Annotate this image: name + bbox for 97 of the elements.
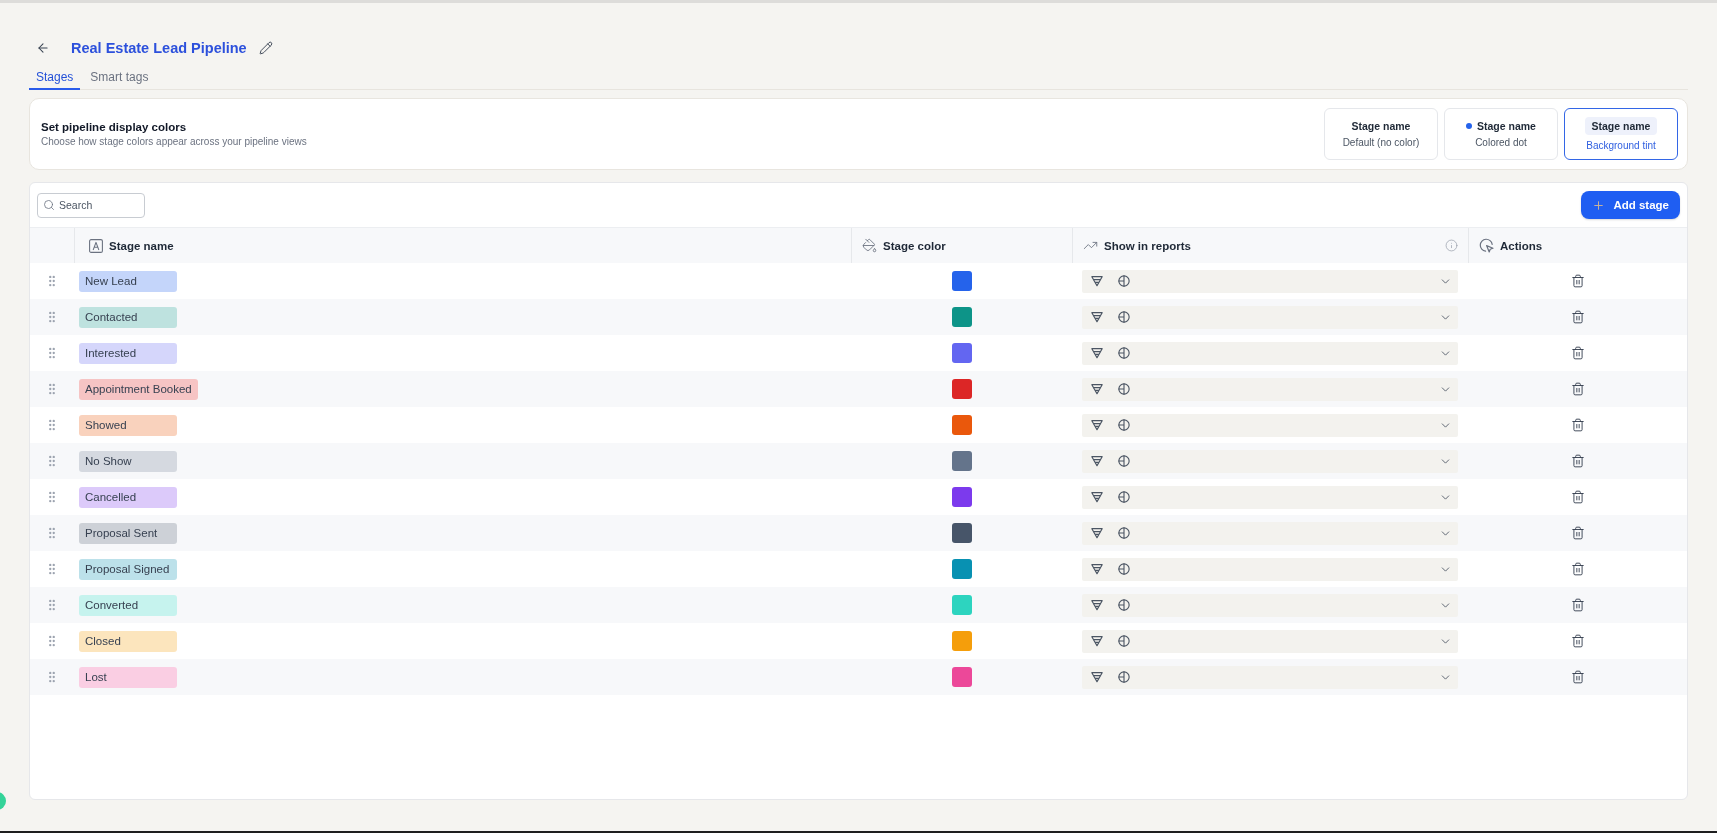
pie-chart-icon (1118, 455, 1130, 467)
trash-icon (1570, 310, 1585, 324)
funnel-icon (1091, 419, 1103, 431)
stage-name-tag: Proposal Sent (79, 522, 177, 544)
pie-chart-icon (1118, 383, 1130, 395)
delete-button[interactable] (1570, 526, 1585, 540)
pie-chart-icon (1118, 671, 1130, 683)
pie-chart-icon (1118, 563, 1130, 575)
trash-icon (1570, 382, 1585, 396)
delete-button[interactable] (1570, 418, 1585, 432)
color-swatch-icon[interactable] (951, 631, 972, 651)
funnel-icon (1091, 383, 1103, 395)
pie-chart-icon (1118, 347, 1130, 359)
display-option[interactable]: Stage name Colored dot (1444, 108, 1558, 160)
pipeline-title: Real Estate Lead Pipeline (71, 40, 247, 56)
pie-chart-icon (1118, 419, 1130, 431)
delete-button[interactable] (1570, 670, 1585, 684)
delete-button[interactable] (1570, 310, 1585, 324)
color-swatch-icon[interactable] (951, 487, 972, 507)
funnel-icon (1091, 671, 1103, 683)
funnel-icon (1091, 275, 1103, 287)
color-swatch-icon[interactable] (951, 343, 972, 363)
search-icon (43, 198, 55, 211)
letter-a-icon (89, 238, 103, 253)
trash-icon (1570, 634, 1585, 648)
funnel-icon (1091, 455, 1103, 467)
stage-name-tag: New Lead (79, 270, 177, 292)
funnel-icon (1091, 599, 1103, 611)
delete-button[interactable] (1570, 562, 1585, 576)
trash-icon (1570, 670, 1585, 684)
stage-name-tag: Lost (79, 666, 177, 688)
color-swatch-icon[interactable] (951, 595, 972, 615)
pie-chart-icon (1118, 599, 1130, 611)
add-stage-button[interactable]: Add stage (1581, 191, 1680, 219)
stage-name-tag: Appointment Booked (79, 378, 198, 400)
trash-icon (1570, 346, 1585, 360)
section-title: Set pipeline display colors (41, 121, 188, 133)
column-header: Stage name (109, 239, 174, 252)
tinted-preview-tag: Stage name (1584, 117, 1658, 135)
color-swatch-icon[interactable] (951, 271, 972, 291)
column-header: Show in reports (1104, 239, 1191, 252)
trash-icon (1570, 274, 1585, 288)
funnel-icon (1091, 491, 1103, 503)
display-option[interactable]: Stage name Background tint (1564, 108, 1678, 160)
trash-icon (1570, 526, 1585, 540)
section-description: Choose how stage colors appear across your pipeline views (41, 136, 307, 147)
delete-button[interactable] (1570, 634, 1585, 648)
color-swatch-icon[interactable] (951, 559, 972, 579)
column-header: Actions (1500, 239, 1543, 252)
color-swatch-icon[interactable] (951, 451, 972, 471)
funnel-icon (1091, 347, 1103, 359)
trash-icon (1570, 490, 1585, 504)
tab[interactable]: Smart tags (83, 67, 156, 90)
pencil-icon (258, 41, 273, 55)
info-icon[interactable] (1445, 239, 1458, 252)
delete-button[interactable] (1570, 346, 1585, 360)
funnel-icon (1091, 311, 1103, 323)
color-swatch-icon[interactable] (951, 667, 972, 687)
color-swatch-icon[interactable] (951, 307, 972, 327)
pie-chart-icon (1118, 635, 1130, 647)
stage-name-tag: Contacted (79, 306, 177, 328)
trash-icon (1570, 562, 1585, 576)
pie-chart-icon (1118, 311, 1130, 323)
pie-chart-icon (1118, 527, 1130, 539)
stage-name-tag: Converted (79, 594, 177, 616)
back-button[interactable] (36, 41, 50, 55)
stage-name-tag: Proposal Signed (79, 558, 177, 580)
delete-button[interactable] (1570, 598, 1585, 612)
stage-name-tag: Cancelled (79, 486, 177, 508)
color-swatch-icon[interactable] (951, 379, 972, 399)
trash-icon (1570, 598, 1585, 612)
funnel-icon (1091, 563, 1103, 575)
paint-bucket-icon (862, 238, 877, 253)
column-header: Stage color (883, 239, 946, 252)
stage-name-tag: No Show (79, 450, 177, 472)
funnel-icon (1091, 527, 1103, 539)
color-swatch-icon[interactable] (951, 415, 972, 435)
delete-button[interactable] (1570, 274, 1585, 288)
stage-name-tag: Showed (79, 414, 177, 436)
trash-icon (1570, 418, 1585, 432)
search-field[interactable]: Search (37, 192, 145, 218)
delete-button[interactable] (1570, 454, 1585, 468)
pie-chart-icon (1118, 491, 1130, 503)
pie-chart-icon (1118, 275, 1130, 287)
stage-name-tag: Interested (79, 342, 177, 364)
plus-icon (1592, 198, 1606, 212)
stage-name-tag: Closed (79, 630, 177, 652)
cursor-circle-icon (1479, 238, 1494, 253)
display-option[interactable]: Stage name Default (no color) (1324, 108, 1438, 160)
tab[interactable]: Stages (29, 67, 81, 90)
delete-button[interactable] (1570, 490, 1585, 504)
delete-button[interactable] (1570, 382, 1585, 396)
color-swatch-icon[interactable] (951, 523, 972, 543)
dot-icon (1466, 123, 1472, 129)
funnel-icon (1091, 635, 1103, 647)
edit-title-button[interactable] (258, 41, 273, 55)
trash-icon (1570, 454, 1585, 468)
